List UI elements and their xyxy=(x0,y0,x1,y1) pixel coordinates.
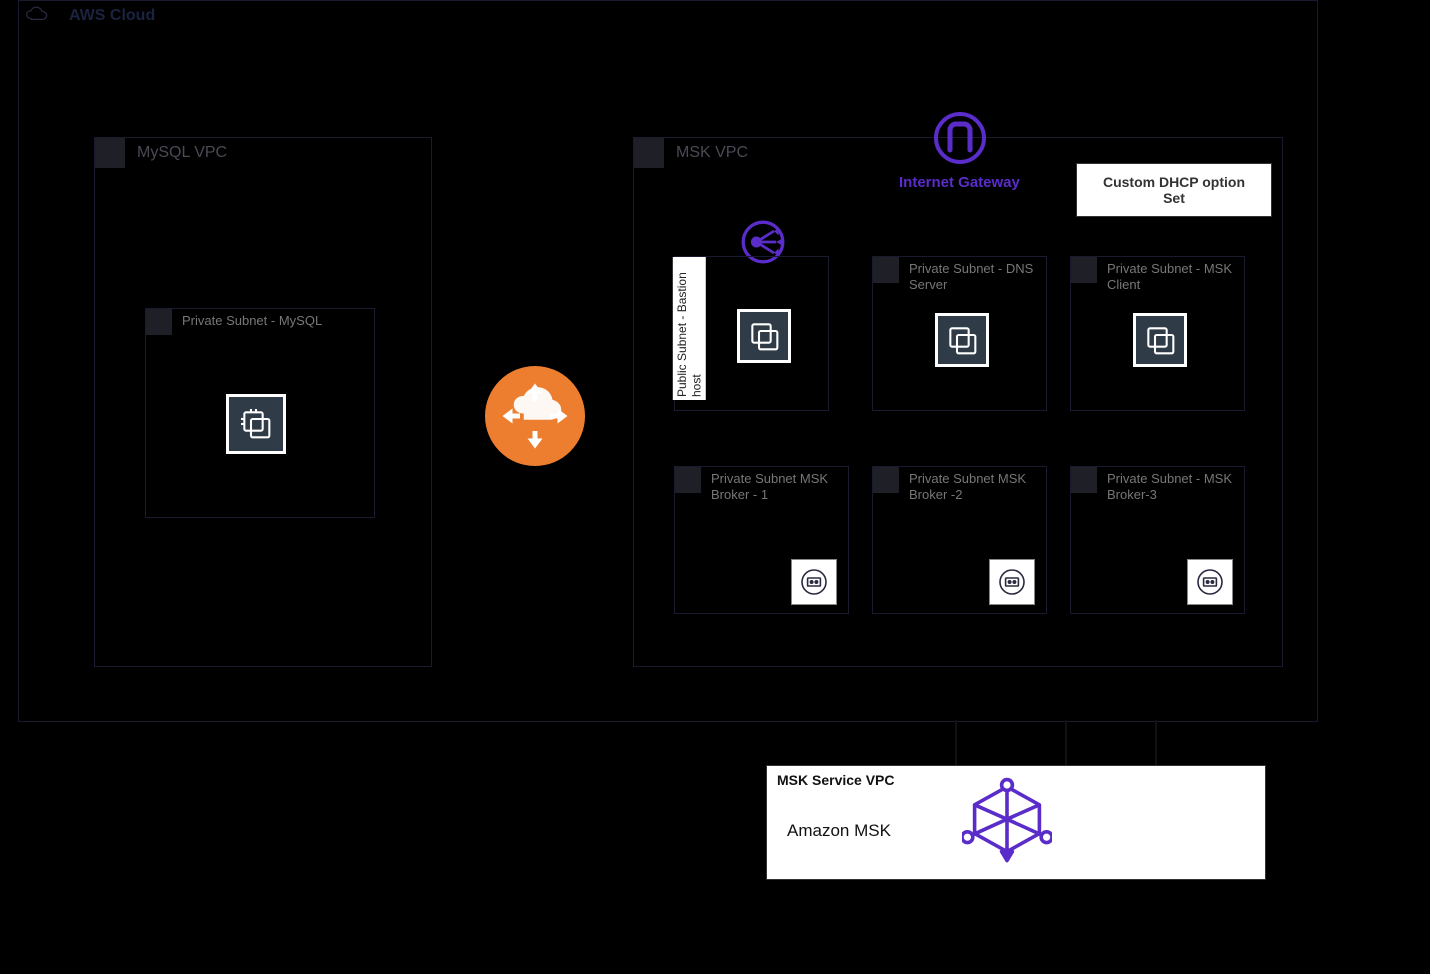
dhcp-label: Custom DHCP option Set xyxy=(1103,174,1245,206)
internet-gateway-icon xyxy=(932,110,988,166)
dhcp-option-set-box: Custom DHCP option Set xyxy=(1076,163,1272,217)
vpc-mysql-title: MySQL VPC xyxy=(137,144,227,162)
vpc-mysql: MySQL VPC Private Subnet - MySQL xyxy=(94,137,432,667)
aws-cloud-container: AWS Cloud MySQL VPC Private Subnet - MyS… xyxy=(18,0,1318,722)
msk-service-product: Amazon MSK xyxy=(787,821,891,841)
ec2-instance-icon xyxy=(935,313,989,367)
vpc-peering-icon xyxy=(485,366,585,466)
subnet-corner-icon xyxy=(873,467,899,493)
vpc-corner-icon xyxy=(95,138,125,168)
ec2-instance-icon xyxy=(226,394,286,454)
ec2-instance-icon xyxy=(1133,313,1187,367)
msk-broker-icon xyxy=(1187,559,1233,605)
subnet-bastion-title: Public Subnet - Bastion host xyxy=(673,257,706,400)
msk-service-vpc: MSK Service VPC Amazon MSK xyxy=(766,765,1266,880)
subnet-corner-icon xyxy=(1071,467,1097,493)
subnet-broker3-title: Private Subnet - MSK Broker-3 xyxy=(1107,471,1244,502)
subnet-corner-icon xyxy=(1071,257,1097,283)
subnet-msk-client: Private Subnet - MSK Client xyxy=(1070,256,1245,411)
subnet-broker2-title: Private Subnet MSK Broker -2 xyxy=(909,471,1046,502)
subnet-broker-1: Private Subnet MSK Broker - 1 xyxy=(674,466,849,614)
subnet-dns-title: Private Subnet - DNS Server xyxy=(909,261,1046,292)
subnet-mysql-title: Private Subnet - MySQL xyxy=(182,313,328,329)
msk-broker-icon xyxy=(989,559,1035,605)
subnet-broker1-title: Private Subnet MSK Broker - 1 xyxy=(711,471,848,502)
subnet-bastion: Public Subnet - Bastion host xyxy=(674,256,829,411)
msk-broker-icon xyxy=(791,559,837,605)
subnet-msk-client-title: Private Subnet - MSK Client xyxy=(1107,261,1244,292)
vpc-msk: MSK VPC Internet Gateway Custom DHCP opt… xyxy=(633,137,1283,667)
subnet-mysql-private: Private Subnet - MySQL xyxy=(145,308,375,518)
internet-gateway-label: Internet Gateway xyxy=(899,174,1020,191)
subnet-corner-icon xyxy=(873,257,899,283)
subnet-dns: Private Subnet - DNS Server xyxy=(872,256,1047,411)
ec2-instance-icon xyxy=(737,309,791,363)
subnet-broker-3: Private Subnet - MSK Broker-3 xyxy=(1070,466,1245,614)
vpc-msk-title: MSK VPC xyxy=(676,144,748,162)
vpc-corner-icon xyxy=(634,138,664,168)
aws-cloud-title: AWS Cloud xyxy=(69,7,155,25)
subnet-corner-icon xyxy=(146,309,172,335)
aws-cloud-icon xyxy=(19,1,57,29)
subnet-broker-2: Private Subnet MSK Broker -2 xyxy=(872,466,1047,614)
subnet-corner-icon xyxy=(675,467,701,493)
amazon-msk-icon xyxy=(962,776,1052,866)
msk-service-title: MSK Service VPC xyxy=(777,772,895,788)
